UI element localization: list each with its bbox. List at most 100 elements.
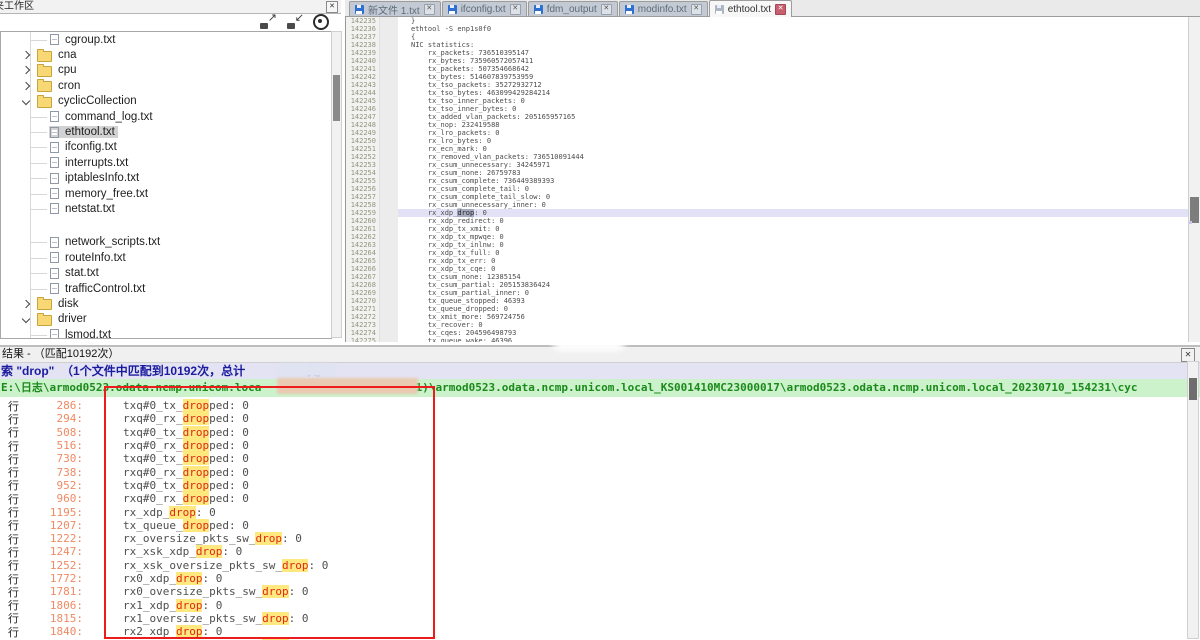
- tree-item-netstat.txt[interactable]: netstat.txt: [1, 201, 332, 216]
- editor-line[interactable]: 142247 tx_added_vlan_packets: 2051659571…: [346, 113, 1188, 121]
- editor-line[interactable]: 142251 rx_ecn_mark: 0: [346, 145, 1188, 153]
- line-text: rx_xdp_tx_cqe: 0: [398, 265, 1188, 273]
- editor-line[interactable]: 142268 tx_csum_partial: 205153836424: [346, 281, 1188, 289]
- close-icon[interactable]: ✕: [601, 4, 612, 15]
- redaction-blur-editor: [556, 321, 622, 347]
- tree-item-memory_free.txt[interactable]: memory_free.txt: [1, 186, 332, 201]
- editor-line[interactable]: 142248 tx_nop: 232419588: [346, 121, 1188, 129]
- tree-item-ifconfig.txt[interactable]: ifconfig.txt: [1, 140, 332, 155]
- editor-line[interactable]: 142261 rx_xdp_tx_xmit: 0: [346, 225, 1188, 233]
- tree-item-ethtool.txt[interactable]: ethtool.txt: [1, 124, 332, 139]
- close-icon[interactable]: ✕: [775, 4, 786, 15]
- editor-line[interactable]: 142240 rx_bytes: 735960572057411: [346, 57, 1188, 65]
- editor-line[interactable]: 142245 tx_tso_inner_packets: 0: [346, 97, 1188, 105]
- tree-item-lsmod.txt[interactable]: lsmod.txt: [1, 327, 332, 339]
- file-icon: [50, 173, 59, 184]
- search-summary-line[interactable]: 索 "drop" （1个文件中匹配到10192次，总计次）: [0, 363, 1200, 379]
- tree-item-command_log.txt[interactable]: command_log.txt: [1, 109, 332, 124]
- editor-line[interactable]: 142244 tx_tso_bytes: 463099429284214: [346, 89, 1188, 97]
- tree-item-routeInfo.txt[interactable]: routeInfo.txt: [1, 250, 332, 265]
- chevron-right-icon[interactable]: [22, 300, 30, 308]
- tree-item-cyclicCollection[interactable]: cyclicCollection: [1, 94, 332, 109]
- close-icon[interactable]: ✕: [424, 4, 435, 15]
- editor-area[interactable]: 142235}142236ethtool -S enp1s0f0142237{1…: [345, 17, 1188, 342]
- tree-item-disk[interactable]: disk: [1, 296, 332, 311]
- tree-item-interrupts.txt[interactable]: interrupts.txt: [1, 155, 332, 170]
- close-icon[interactable]: ✕: [326, 1, 338, 13]
- editor-line[interactable]: 142238NIC statistics:: [346, 41, 1188, 49]
- close-icon[interactable]: ✕: [510, 4, 521, 15]
- line-number: 142264: [346, 249, 379, 257]
- chevron-down-icon[interactable]: [22, 315, 30, 323]
- editor-line[interactable]: 142255 rx_csum_complete: 736449389393: [346, 177, 1188, 185]
- tree-item-cgroup.txt[interactable]: cgroup.txt: [1, 32, 332, 47]
- tree-scrollbar[interactable]: [331, 31, 342, 338]
- tree-item-trafficControl.txt[interactable]: trafficControl.txt: [1, 281, 332, 296]
- tree-item-cna[interactable]: cna: [1, 47, 332, 62]
- editor-line[interactable]: 142265 rx_xdp_tx_err: 0: [346, 257, 1188, 265]
- editor-line[interactable]: 142259 rx_xdp_drop: 0: [346, 209, 1188, 217]
- file-tree[interactable]: cgroup.txtcnacpucroncyclicCollectioncomm…: [0, 31, 332, 339]
- close-icon[interactable]: ✕: [691, 4, 702, 15]
- editor-line[interactable]: 142273 tx_recover: 0: [346, 321, 1188, 329]
- editor-line[interactable]: 142256 rx_csum_complete_tail: 0: [346, 185, 1188, 193]
- editor-line[interactable]: 142239 rx_packets: 736510395147: [346, 49, 1188, 57]
- editor-line[interactable]: 142241 tx_packets: 507354668642: [346, 65, 1188, 73]
- line-number: 142255: [346, 177, 379, 185]
- workspace-panel-title-text: 夹工作区: [0, 0, 34, 13]
- tab-新文件 1.txt[interactable]: 新文件 1.txt✕: [349, 1, 441, 16]
- locate-file-icon[interactable]: [313, 14, 329, 30]
- collapse-all-icon[interactable]: ↙: [286, 15, 304, 30]
- editor-line[interactable]: 142249 rx_lro_packets: 0: [346, 129, 1188, 137]
- tree-item-network_scripts.txt[interactable]: network_scripts.txt: [1, 235, 332, 250]
- tree-item-body: routeInfo.txt: [49, 252, 129, 264]
- editor-line[interactable]: 142242 tx_bytes: 514607839753959: [346, 73, 1188, 81]
- editor-line[interactable]: 142237{: [346, 33, 1188, 41]
- editor-line[interactable]: 142253 rx_csum_unnecessary: 34245971: [346, 161, 1188, 169]
- editor-line[interactable]: 142267 tx_csum_none: 12385154: [346, 273, 1188, 281]
- editor-line[interactable]: 142243 tx_tso_packets: 35272932712: [346, 81, 1188, 89]
- editor-line[interactable]: 142258 rx_csum_unnecessary_inner: 0: [346, 201, 1188, 209]
- tab-fdm_output[interactable]: fdm_output✕: [528, 1, 618, 16]
- chevron-down-icon[interactable]: [22, 97, 30, 105]
- editor-line[interactable]: 142272 tx_xmit_more: 569724756: [346, 313, 1188, 321]
- editor-line[interactable]: 142264 rx_xdp_tx_full: 0: [346, 249, 1188, 257]
- results-scrollbar[interactable]: [1187, 361, 1199, 639]
- chevron-right-icon[interactable]: [22, 82, 30, 90]
- save-icon: [534, 5, 543, 14]
- editor-scrollbar-thumb[interactable]: [1190, 197, 1199, 223]
- editor-line[interactable]: 142274 tx_cqes: 204596498793: [346, 329, 1188, 337]
- editor-line[interactable]: 142260 rx_xdp_redirect: 0: [346, 217, 1188, 225]
- tab-modinfo.txt[interactable]: modinfo.txt✕: [619, 1, 708, 16]
- editor-line[interactable]: 142250 rx_lro_bytes: 0: [346, 137, 1188, 145]
- tab-ifconfig.txt[interactable]: ifconfig.txt✕: [442, 1, 527, 16]
- editor-line[interactable]: 142236ethtool -S enp1s0f0: [346, 25, 1188, 33]
- editor-scrollbar[interactable]: [1188, 17, 1200, 342]
- tree-item-cpu[interactable]: cpu: [1, 63, 332, 78]
- editor-line[interactable]: 142266 rx_xdp_tx_cqe: 0: [346, 265, 1188, 273]
- editor-line[interactable]: 142235}: [346, 17, 1188, 25]
- results-scrollbar-thumb[interactable]: [1189, 378, 1197, 400]
- chevron-right-icon[interactable]: [22, 51, 30, 59]
- editor-line[interactable]: 142257 rx_csum_complete_tail_slow: 0: [346, 193, 1188, 201]
- editor-line[interactable]: 142254 rx_csum_none: 26759783: [346, 169, 1188, 177]
- editor-line[interactable]: 142270 tx_queue_stopped: 46393: [346, 297, 1188, 305]
- tab-ethtool.txt[interactable]: ethtool.txt✕: [709, 0, 792, 17]
- tree-item-label: iptablesInfo.txt: [65, 172, 139, 184]
- close-icon[interactable]: ✕: [1181, 348, 1195, 362]
- editor-line[interactable]: 142263 rx_xdp_tx_inlnw: 0: [346, 241, 1188, 249]
- editor-line[interactable]: 142269 tx_csum_partial_inner: 0: [346, 289, 1188, 297]
- editor-line[interactable]: 142262 rx_xdp_tx_mpwqe: 0: [346, 233, 1188, 241]
- line-text: {: [398, 33, 1188, 41]
- chevron-right-icon[interactable]: [22, 66, 30, 74]
- editor-line[interactable]: 142252 rx_removed_vlan_packets: 73651009…: [346, 153, 1188, 161]
- tree-item-driver[interactable]: driver: [1, 312, 332, 327]
- tree-item-iptablesInfo.txt[interactable]: iptablesInfo.txt: [1, 171, 332, 186]
- tree-item-cron[interactable]: cron: [1, 78, 332, 93]
- tree-item-stat.txt[interactable]: stat.txt: [1, 265, 332, 280]
- editor-line[interactable]: 142275 tx_queue_wake: 46396: [346, 337, 1188, 342]
- tree-scrollbar-thumb[interactable]: [333, 75, 340, 121]
- editor-line[interactable]: 142271 tx_queue_dropped: 0: [346, 305, 1188, 313]
- editor-line[interactable]: 142246 tx_tso_inner_bytes: 0: [346, 105, 1188, 113]
- expand-all-icon[interactable]: ↗: [259, 15, 277, 30]
